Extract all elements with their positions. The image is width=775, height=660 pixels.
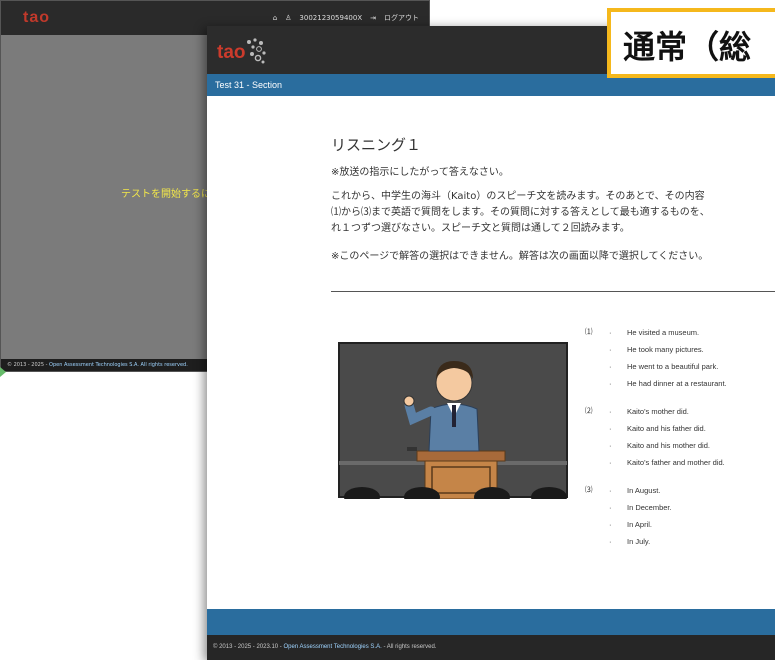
option-item: · He visited a museum. — [609, 328, 700, 337]
note-text: ※このページで解答の選択はできません。解答は次の画面以降で選択してください。 — [331, 251, 709, 262]
test-window: tao Test 31 - Section リスニング１ ※放送の指示にしたがっ… — [207, 26, 775, 660]
option-item: · He went to a beautiful park. — [609, 362, 719, 371]
paragraph-line: ⑴から⑶まで英語で質問をします。その質問に対する答えとして最も適するものを、 — [331, 207, 710, 218]
paragraph-line: これから、中学生の海斗（Kaito）のスピーチ文を読みます。そのあとで、その内容 — [331, 191, 705, 202]
speech-illustration — [337, 341, 569, 499]
question-list: ⑴ · He visited a museum. · He took many pi… — [585, 326, 727, 563]
option-item: · In July. — [609, 537, 651, 546]
tao-logo: tao — [217, 36, 277, 66]
option-item: · Kaito and his mother did. — [609, 441, 710, 450]
bg-logout-link[interactable]: ログアウト — [384, 13, 419, 23]
option-item: · Kaito and his father did. — [609, 424, 706, 433]
question-1: ⑴ · He visited a museum. · He took many pi… — [585, 326, 727, 394]
option-item: · He had dinner at a restaurant. — [609, 379, 727, 388]
page-title: リスニング１ — [331, 136, 422, 154]
side-arrow-icon — [0, 367, 6, 377]
mode-banner: 通常（総 — [607, 8, 775, 78]
home-icon[interactable]: ⌂ — [273, 14, 277, 22]
option-item: · In August. — [609, 486, 661, 495]
bg-user-id: 3002123059400X — [299, 14, 363, 22]
logout-icon[interactable]: ⇥ — [370, 14, 376, 22]
option-item: · Kaito's mother did. — [609, 407, 689, 416]
footer: © 2013 - 2025 - 2023.10 - Open Assessmen… — [207, 635, 775, 660]
option-item: · He took many pictures. — [609, 345, 704, 354]
user-icon: ♙ — [285, 14, 292, 22]
bg-footer-link[interactable]: Open Assessment Technologies S.A. All ri… — [49, 362, 188, 368]
footer-org-link[interactable]: Open Assessment Technologies S.A. — [283, 644, 381, 650]
banner-text: 通常（総 — [623, 28, 752, 66]
bg-logo: tao — [23, 9, 50, 26]
bg-nav: ⌂ ♙ 3002123059400X ⇥ ログアウト — [273, 13, 419, 23]
question-2: ⑵ · Kaito's mother did. · Kaito and his fa… — [585, 405, 727, 473]
option-item: · In April. — [609, 520, 653, 529]
bg-start-message: テストを開始するに — [121, 189, 211, 200]
divider — [331, 291, 775, 292]
instructions: リスニング１ ※放送の指示にしたがって答えなさい。 これから、中学生の海斗（Ka… — [331, 134, 775, 262]
action-bar — [207, 609, 775, 635]
question-3: ⑶ · In August. · In December. · In April. ·… — [585, 484, 727, 552]
logo-dots-icon — [247, 38, 266, 64]
option-item: · In December. — [609, 503, 672, 512]
option-item: · Kaito's father and mother did. — [609, 458, 725, 467]
instruction-text: ※放送の指示にしたがって答えなさい。 — [331, 167, 509, 178]
paragraph-line: れ１つずつ選びなさい。スピーチ文と質問は通して２回読みます。 — [331, 223, 630, 234]
